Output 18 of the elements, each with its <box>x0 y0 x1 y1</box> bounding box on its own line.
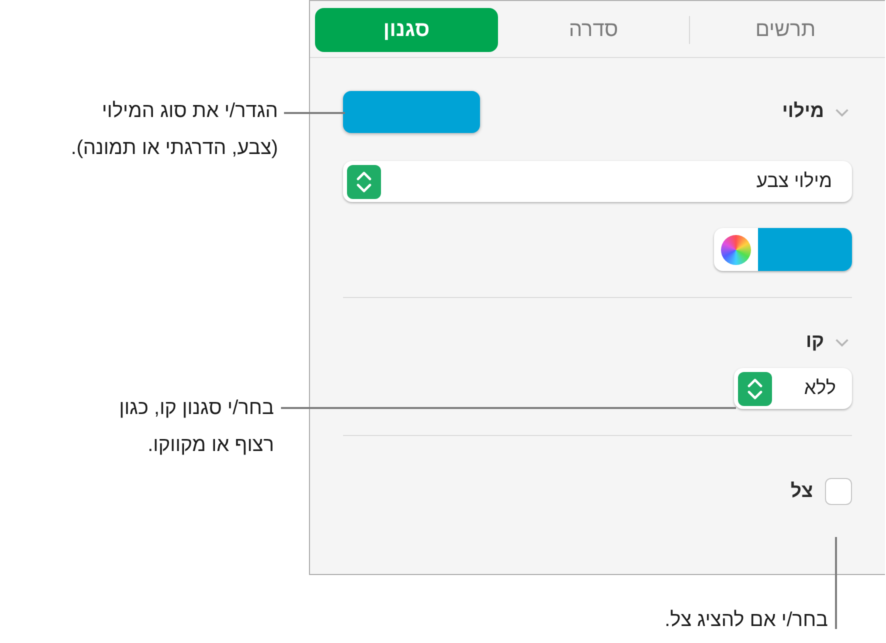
stepper-icon <box>347 164 381 198</box>
color-wheel-icon[interactable] <box>721 234 751 264</box>
fill-type-popup[interactable]: מילוי צבע <box>343 161 852 202</box>
tab[interactable]: תרשים <box>694 8 877 52</box>
section-label: קו <box>806 331 824 353</box>
section-label: מילוי <box>782 101 824 123</box>
color-well[interactable] <box>714 228 852 271</box>
callout-text: בחר/י אם להציג צל. <box>664 608 828 633</box>
checkbox[interactable] <box>825 478 852 505</box>
leader-line <box>284 112 345 114</box>
callout-text: הגדר/י את סוג המילוי (צבע, הדרגתי או תמונה). <box>70 99 278 161</box>
fill-swatch[interactable] <box>343 91 480 133</box>
stepper-icon <box>738 372 772 406</box>
line-style-popup[interactable]: ללא <box>734 368 852 409</box>
tab[interactable]: סגנון <box>315 8 498 52</box>
checkbox-label: צל <box>790 480 813 502</box>
callout-text: בחר/י סגנון קו, כגון רצוף או מקווקו. <box>119 396 274 458</box>
tab[interactable]: סדרה <box>502 8 685 52</box>
